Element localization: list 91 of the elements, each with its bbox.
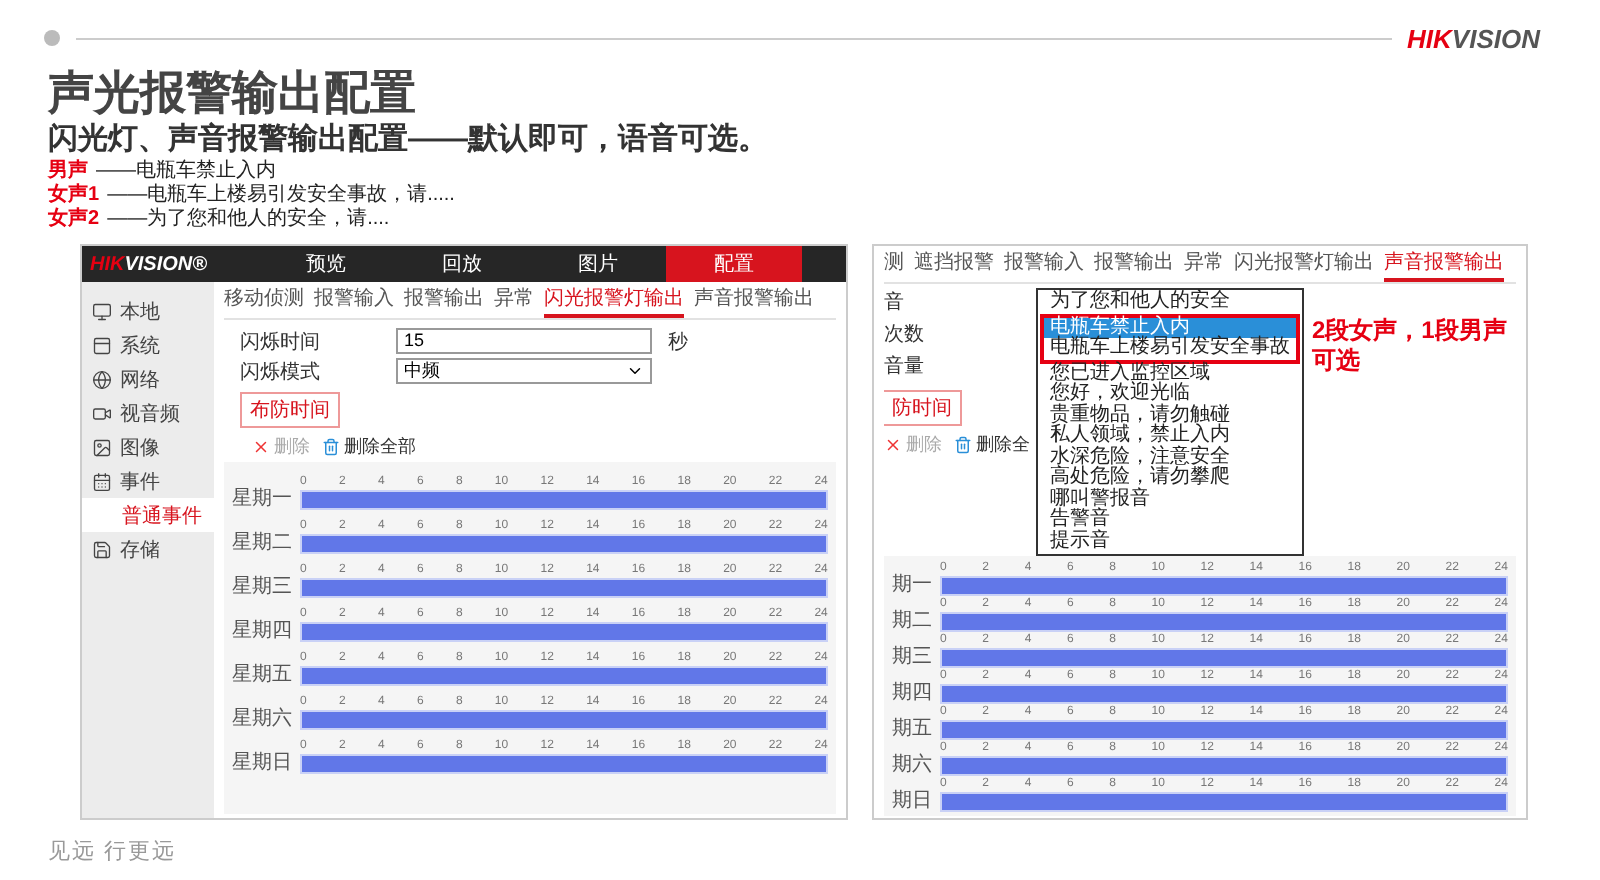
day-label: 期五 [892, 720, 934, 740]
schedule-bar[interactable] [940, 684, 1508, 704]
voice-description: ——电瓶车上楼易引发安全事故，请..... [107, 184, 455, 207]
settings-tab[interactable]: 闪光报警灯输出 [1234, 250, 1374, 282]
voice-description: ——电瓶车禁止入内 [96, 160, 276, 183]
settings-tab[interactable]: 报警输出 [1094, 250, 1174, 282]
schedule-bar[interactable] [300, 534, 828, 554]
window-icon [92, 335, 112, 355]
globe-icon [92, 369, 112, 389]
settings-tab[interactable]: 声音报警输出 [694, 286, 814, 318]
image-icon [92, 437, 112, 457]
dropdown-option[interactable]: 电瓶车上楼易引发安全事故 [1040, 338, 1300, 363]
schedule-bar[interactable] [300, 754, 828, 774]
schedule-bar[interactable] [300, 578, 828, 598]
day-label: 星期二 [232, 534, 294, 554]
monitor-icon [92, 301, 112, 321]
delete-all-button[interactable]: 删除全 [954, 432, 1030, 458]
settings-tab[interactable]: 报警输入 [314, 286, 394, 318]
trash-icon [954, 436, 972, 454]
field-label: 闪烁模式 [240, 359, 322, 385]
settings-tab[interactable]: 异常 [1184, 250, 1224, 282]
voice-label: 女声2 [48, 208, 100, 232]
day-label: 星期三 [232, 578, 294, 598]
footer-slogan: 见远 行更远 [46, 838, 179, 866]
sidebar-item[interactable]: 事件 [82, 464, 214, 498]
day-label: 期六 [892, 756, 934, 776]
sidebar-item[interactable]: 视音频 [82, 396, 214, 430]
settings-tab[interactable]: 测 [884, 250, 904, 282]
close-icon [252, 438, 270, 456]
field-label: 音 [884, 289, 906, 318]
day-label: 星期一 [232, 490, 294, 510]
schedule-bar[interactable] [940, 756, 1508, 776]
field-label: 次数 [884, 322, 926, 350]
sidebar-item[interactable]: 存储 [82, 532, 214, 566]
mode-select[interactable]: 中频 [396, 358, 652, 384]
settings-tab[interactable]: 异常 [494, 286, 534, 318]
day-label: 期三 [892, 648, 934, 668]
input-field[interactable]: 15 [396, 328, 652, 354]
voice-description: ——为了您和他人的安全，请.... [107, 208, 390, 232]
schedule-tab-button[interactable]: 防时间 [884, 390, 962, 426]
annotation-note: 2段女声，1段男声可选 [1312, 314, 1509, 378]
sidebar-item[interactable]: 图像 [82, 430, 214, 464]
voice-label: 男声 [48, 160, 88, 183]
settings-tab[interactable]: 报警输入 [1004, 250, 1084, 282]
calendar-icon [92, 471, 112, 491]
schedule-bar[interactable] [300, 622, 828, 642]
schedule-bar[interactable] [940, 648, 1508, 668]
close-icon [884, 436, 902, 454]
brand-logo: HIKVISION® [88, 251, 209, 279]
schedule-bar[interactable] [300, 666, 828, 686]
schedule-bar[interactable] [940, 576, 1508, 596]
sidebar-item[interactable]: 本地 [82, 294, 214, 328]
caret-icon [626, 362, 644, 380]
settings-tab[interactable]: 遮挡报警 [914, 250, 994, 282]
settings-tab[interactable]: 报警输出 [404, 286, 484, 318]
voice-label: 女声1 [48, 184, 100, 207]
schedule-bar[interactable] [300, 490, 828, 510]
nav-tab[interactable]: 预览 [258, 246, 394, 282]
settings-tab[interactable]: 移动侦测 [224, 286, 304, 318]
day-label: 期二 [892, 612, 934, 632]
delete-all-button[interactable]: 删除全部 [322, 434, 416, 460]
schedule-tab-button[interactable]: 布防时间 [240, 392, 340, 428]
day-label: 星期日 [232, 754, 294, 774]
bullet-dot [44, 30, 60, 46]
day-label: 星期四 [232, 622, 294, 642]
nav-tab[interactable]: 回放 [394, 246, 530, 282]
floppy-icon [92, 539, 112, 559]
trash-icon [322, 438, 340, 456]
unit-label: 秒 [668, 329, 688, 355]
schedule-bar[interactable] [940, 612, 1508, 632]
day-label: 期日 [892, 792, 934, 812]
schedule-bar[interactable] [940, 792, 1508, 812]
day-label: 星期六 [232, 710, 294, 730]
nav-tab[interactable]: 配置 [666, 246, 802, 282]
sidebar-item[interactable]: 网络 [82, 362, 214, 396]
video-icon [92, 403, 112, 423]
schedule-bar[interactable] [940, 720, 1508, 740]
day-label: 星期五 [232, 666, 294, 686]
slide-subtitle: 闪光灯、声音报警输出配置——默认即可，语音可选。 [48, 120, 768, 159]
settings-tab[interactable]: 声音报警输出 [1384, 250, 1504, 282]
settings-tab[interactable]: 闪光报警灯输出 [544, 286, 684, 318]
sidebar-item[interactable]: 系统 [82, 328, 214, 362]
day-label: 期一 [892, 576, 934, 596]
field-label: 音量 [884, 353, 926, 382]
slide-title: 声光报警输出配置 [48, 64, 416, 120]
sidebar-item[interactable]: 普通事件 [82, 498, 214, 532]
nav-tab[interactable]: 图片 [530, 246, 666, 282]
day-label: 期四 [892, 684, 934, 704]
field-label: 闪烁时间 [240, 329, 322, 355]
schedule-bar[interactable] [300, 710, 828, 730]
brand-logo: HIKVISION [1407, 23, 1540, 53]
